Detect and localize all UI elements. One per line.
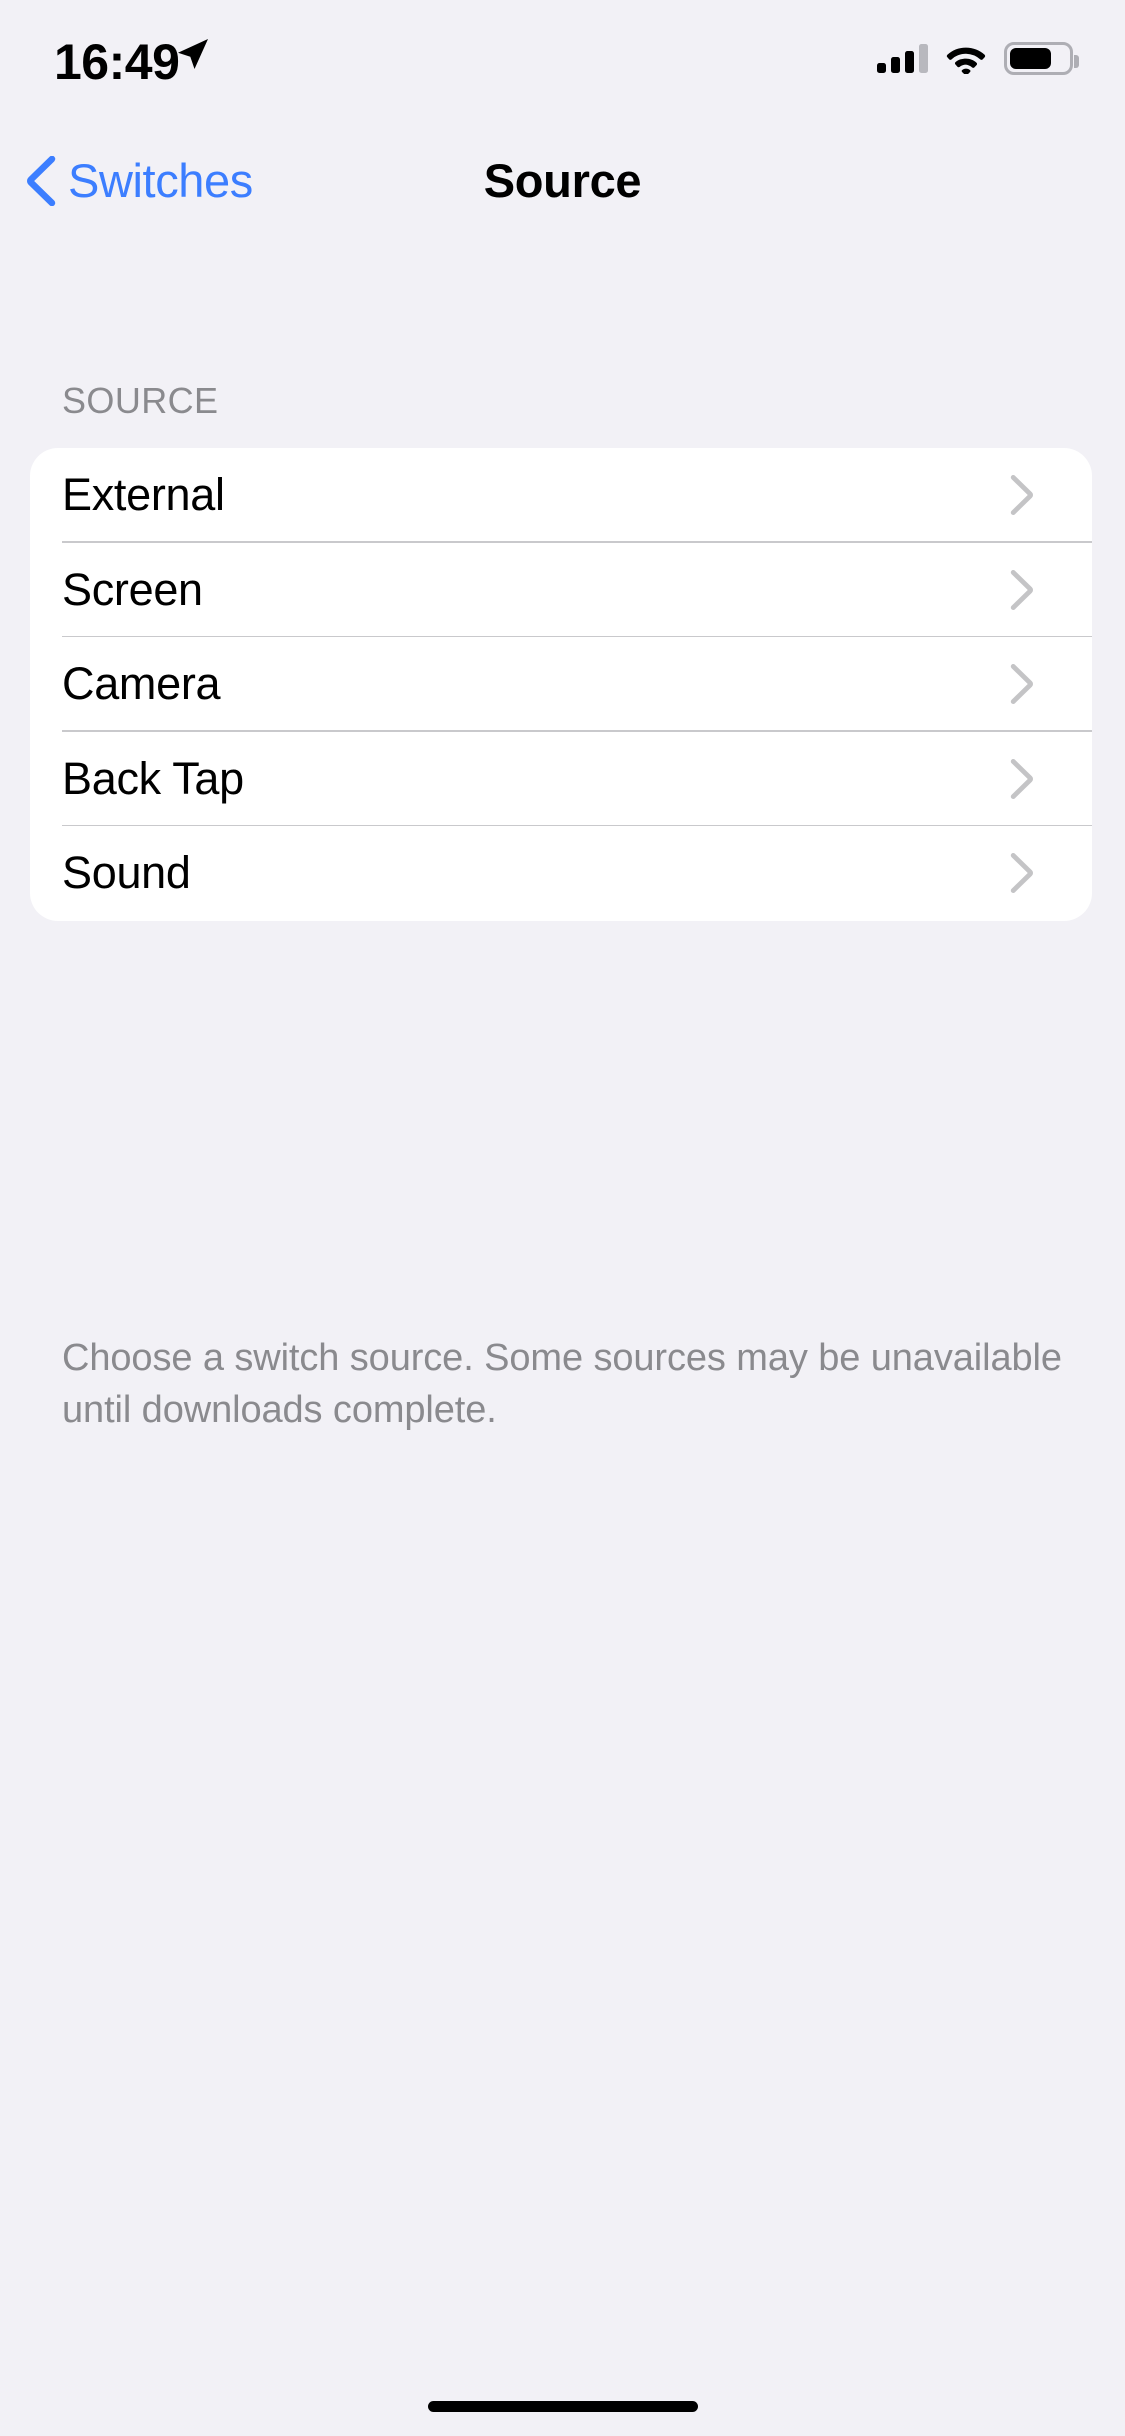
status-bar: 16:49 [0, 0, 1125, 132]
chevron-right-icon [1010, 758, 1033, 799]
status-bar-indicators [877, 38, 1079, 78]
iphone-screen: 16:49 Switches Source SOURCE External Sc… [0, 0, 1125, 2436]
status-bar-time: 16:49 [54, 34, 180, 90]
list-item-label: Sound [62, 847, 191, 899]
battery-icon [1004, 41, 1079, 75]
list-item-label: Screen [62, 563, 203, 615]
list-item-camera[interactable]: Camera [30, 637, 1092, 732]
page-title: Source [483, 154, 642, 207]
list-item-back-tap[interactable]: Back Tap [30, 732, 1092, 826]
cellular-signal-icon [877, 43, 928, 73]
location-arrow-icon [178, 39, 208, 69]
chevron-right-icon [1010, 853, 1033, 894]
list-item-screen[interactable]: Screen [30, 543, 1092, 637]
list-item-label: Back Tap [62, 752, 244, 804]
list-item-sound[interactable]: Sound [30, 826, 1092, 921]
navigation-bar: Switches Source [0, 132, 1125, 232]
chevron-right-icon [1010, 569, 1033, 610]
chevron-right-icon [1010, 664, 1033, 705]
list-item-external[interactable]: External [30, 448, 1092, 543]
section-footer-text: Choose a switch source. Some sources may… [62, 1337, 1062, 1431]
list-item-label: External [62, 469, 225, 521]
list-item-label: Camera [62, 658, 221, 710]
home-indicator[interactable] [427, 2401, 698, 2412]
section-header-source: SOURCE [62, 380, 219, 421]
chevron-right-icon [1010, 475, 1033, 516]
wifi-icon [946, 47, 986, 74]
source-options-list: External Screen Camera Back Tap Sound [30, 448, 1092, 921]
